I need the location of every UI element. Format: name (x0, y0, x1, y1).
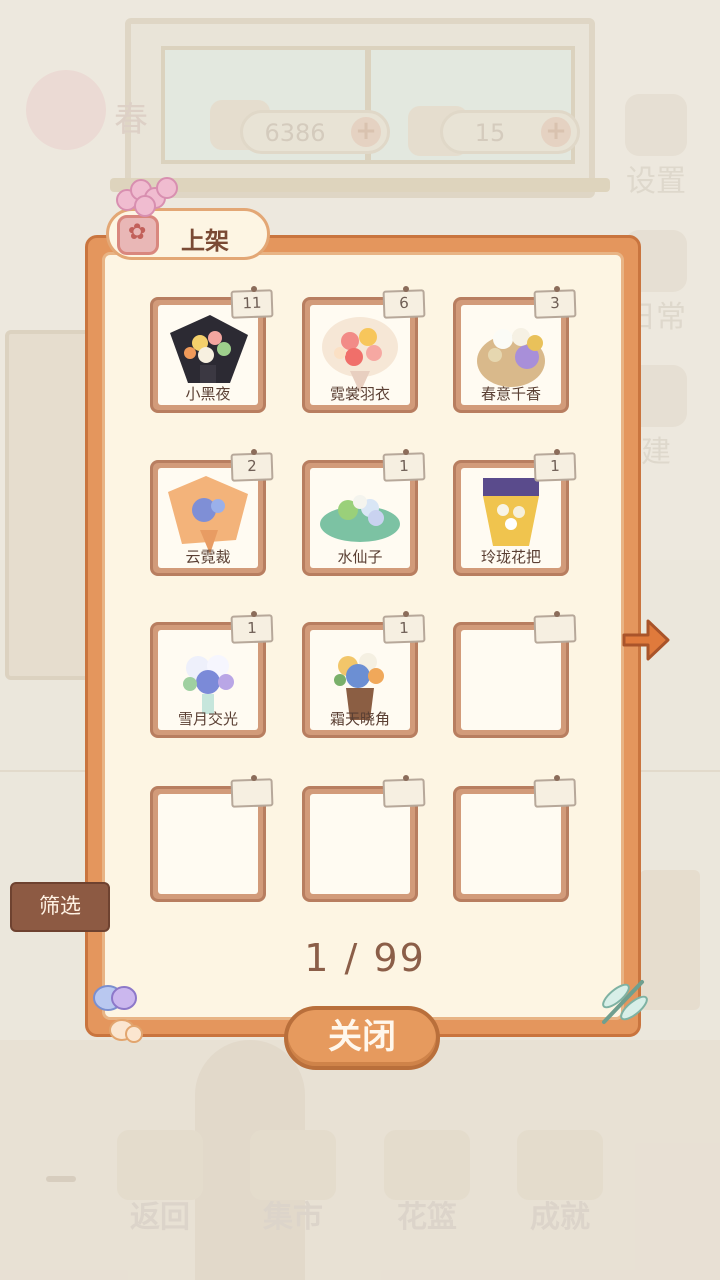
slot-count: 1 (382, 452, 426, 482)
pin-icon (403, 775, 409, 781)
slot-inner (310, 794, 410, 894)
slot-count: 11 (230, 289, 274, 319)
slot-name: 小黑夜 (185, 385, 231, 403)
pin-icon (251, 611, 257, 617)
slot-count (533, 614, 577, 644)
vase-icon (117, 215, 159, 255)
slot-count: 1 (230, 614, 274, 644)
bouquet-slot[interactable]: 2 云霓裁 (150, 449, 274, 576)
next-page-arrow-icon[interactable] (620, 615, 672, 665)
slot-count (230, 778, 274, 808)
panel-title: 上架 (181, 227, 229, 255)
pin-icon (251, 286, 257, 292)
slot-count (382, 778, 426, 808)
bouquet-slot[interactable]: 3 春意千香 (453, 286, 577, 413)
slot-inner (461, 794, 561, 894)
slot-name: 玲珑花把 (480, 548, 541, 566)
bouquet-slot[interactable]: 1 玲珑花把 (453, 449, 577, 576)
bouquet-slot[interactable]: 11 小黑夜 (150, 286, 274, 413)
pin-icon (554, 611, 560, 617)
empty-slot[interactable] (302, 775, 426, 902)
pin-icon (251, 775, 257, 781)
pin-icon (403, 449, 409, 455)
slot-name: 水仙子 (337, 548, 383, 566)
slot-count: 3 (533, 289, 577, 319)
slot-count (533, 778, 577, 808)
bouquet-slot[interactable]: 6 霓裳羽衣 (302, 286, 426, 413)
empty-slot[interactable] (453, 775, 577, 902)
pin-icon (554, 286, 560, 292)
slot-inner (158, 794, 258, 894)
bouquet-slot[interactable]: 1 霜天晓角 (302, 611, 426, 738)
slot-name: 霓裳羽衣 (329, 385, 390, 403)
butterfly-icon (93, 985, 143, 1043)
bouquet-slot[interactable]: 1 水仙子 (302, 449, 426, 576)
pin-icon (403, 286, 409, 292)
slot-count: 2 (230, 452, 274, 482)
slot-count: 1 (382, 614, 426, 644)
slot-name: 雪月交光 (177, 710, 238, 728)
filter-button[interactable]: 筛选 (10, 882, 110, 932)
pin-icon (554, 449, 560, 455)
slot-count: 6 (382, 289, 426, 319)
flowers-icon (112, 175, 178, 217)
pin-icon (403, 611, 409, 617)
panel-title-tab: 上架 (106, 208, 270, 260)
bouquet-slot[interactable]: 1 雪月交光 (150, 611, 274, 738)
page-indicator: 1 / 99 (304, 936, 426, 980)
slot-count: 1 (533, 452, 577, 482)
slot-name: 春意千香 (480, 385, 541, 403)
pin-icon (554, 775, 560, 781)
empty-slot[interactable] (150, 775, 274, 902)
dragonfly-icon (602, 980, 648, 1024)
close-button[interactable]: 关闭 (284, 1006, 440, 1070)
slot-name: 霜天晓角 (329, 710, 390, 728)
slot-name: 云霓裁 (185, 548, 231, 566)
empty-slot[interactable] (453, 611, 577, 738)
slot-inner (461, 630, 561, 730)
pin-icon (251, 449, 257, 455)
